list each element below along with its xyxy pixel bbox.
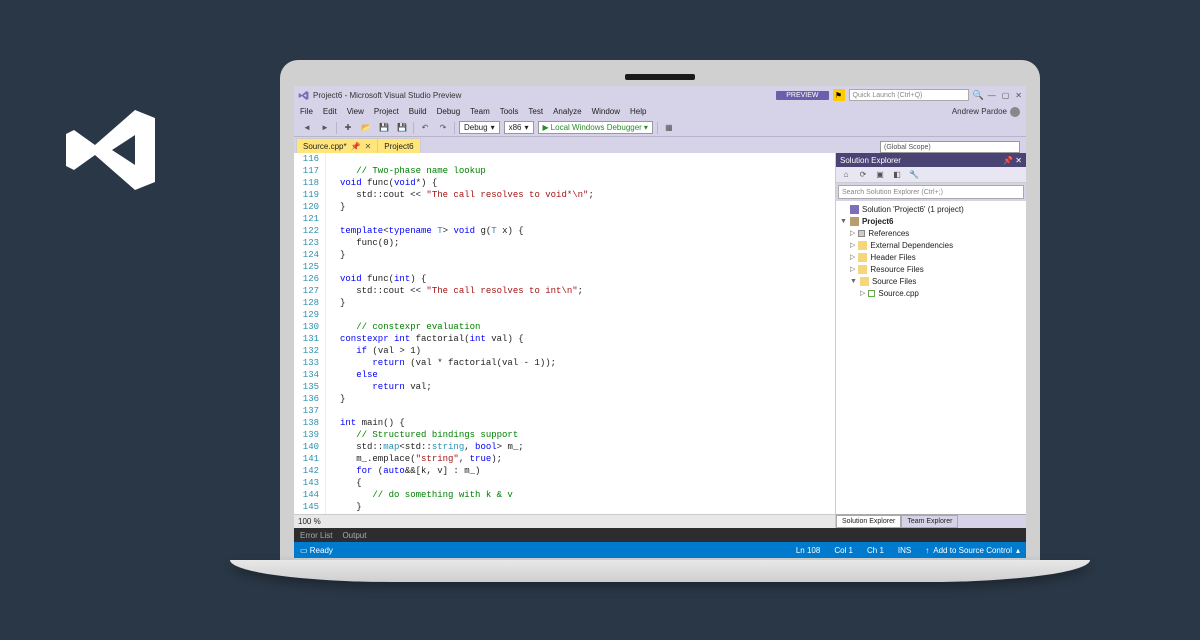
code-editor[interactable]: 1161171181191201211221231241251261271281… xyxy=(294,153,835,514)
tree-item[interactable]: ▼Project6 xyxy=(840,215,1022,227)
ide-window: Project6 - Microsoft Visual Studio Previ… xyxy=(294,86,1026,558)
solution-tree[interactable]: Solution 'Project6' (1 project)▼Project6… xyxy=(836,201,1026,514)
tree-item[interactable]: ▷Header Files xyxy=(840,251,1022,263)
line-number-gutter: 1161171181191201211221231241251261271281… xyxy=(294,153,326,514)
status-source-control[interactable]: ↑ Add to Source Control ▴ xyxy=(925,546,1020,555)
save-all-icon[interactable]: 💾 xyxy=(395,121,409,135)
side-panel-tabs: Solution Explorer Team Explorer xyxy=(836,514,1026,528)
preview-badge: PREVIEW xyxy=(776,91,828,100)
laptop-mockup: Project6 - Microsoft Visual Studio Previ… xyxy=(280,60,1040,640)
scope-dropdown[interactable]: (Global Scope) xyxy=(880,141,1020,153)
window-title: Project6 - Microsoft Visual Studio Previ… xyxy=(313,91,772,100)
panel-pin-icon[interactable]: 📌 xyxy=(1003,156,1013,165)
tree-item[interactable]: ▷References xyxy=(840,227,1022,239)
user-name[interactable]: Andrew Pardoe xyxy=(952,107,1007,116)
refresh-icon[interactable]: ⟳ xyxy=(856,168,870,182)
tree-item[interactable]: ▷External Dependencies xyxy=(840,239,1022,251)
menu-tools[interactable]: Tools xyxy=(500,107,519,116)
editor-pane: 1161171181191201211221231241251261271281… xyxy=(294,153,836,528)
open-icon[interactable]: 📂 xyxy=(359,121,373,135)
zoom-level[interactable]: 100 % xyxy=(298,517,321,526)
menu-edit[interactable]: Edit xyxy=(323,107,337,116)
tab-team-explorer[interactable]: Team Explorer xyxy=(901,515,958,528)
fold-margin[interactable] xyxy=(326,153,336,514)
tab-close-icon[interactable]: ✕ xyxy=(365,142,372,151)
config-dropdown[interactable]: Debug▾ xyxy=(459,121,500,134)
tree-item[interactable]: ▷Source.cpp xyxy=(840,287,1022,299)
nav-back-icon[interactable]: ◄ xyxy=(300,121,314,135)
nav-fwd-icon[interactable]: ► xyxy=(318,121,332,135)
tab-output[interactable]: Output xyxy=(342,531,366,540)
menu-bar: File Edit View Project Build Debug Team … xyxy=(294,104,1026,119)
maximize-button[interactable]: ▢ xyxy=(1002,91,1010,100)
menu-build[interactable]: Build xyxy=(409,107,427,116)
menu-view[interactable]: View xyxy=(347,107,364,116)
menu-project[interactable]: Project xyxy=(374,107,399,116)
show-all-icon[interactable]: ◧ xyxy=(890,168,904,182)
code-content[interactable]: // Two-phase name lookupvoid func(void*)… xyxy=(336,153,835,514)
platform-dropdown[interactable]: x86▾ xyxy=(504,121,534,134)
tree-item[interactable]: Solution 'Project6' (1 project) xyxy=(840,203,1022,215)
start-debugger-button[interactable]: ▶ Local Windows Debugger ▾ xyxy=(538,121,653,134)
menu-test[interactable]: Test xyxy=(528,107,543,116)
solution-explorer-toolbar: ⌂ ⟳ ▣ ◧ 🔧 xyxy=(836,167,1026,183)
tab-pin-icon[interactable]: 📌 xyxy=(351,142,361,151)
user-avatar-icon[interactable] xyxy=(1010,107,1020,117)
toolbar-misc-icon[interactable]: ▦ xyxy=(662,121,676,135)
document-tab-row: Source.cpp* 📌 ✕ Project6 (Global Scope) xyxy=(294,137,1026,153)
status-ins: INS xyxy=(898,546,911,555)
tree-item[interactable]: ▷Resource Files xyxy=(840,263,1022,275)
bottom-panel-tabs: Error List Output xyxy=(294,528,1026,542)
status-ready: ▭ Ready xyxy=(300,546,333,555)
vs-icon xyxy=(298,90,309,101)
search-icon[interactable]: 🔍 xyxy=(973,90,984,101)
menu-team[interactable]: Team xyxy=(470,107,490,116)
tab-project6[interactable]: Project6 xyxy=(377,138,420,153)
solution-explorer-panel: Solution Explorer 📌 ✕ ⌂ ⟳ ▣ ◧ 🔧 Search S… xyxy=(836,153,1026,528)
collapse-icon[interactable]: ▣ xyxy=(873,168,887,182)
menu-analyze[interactable]: Analyze xyxy=(553,107,581,116)
home-icon[interactable]: ⌂ xyxy=(839,168,853,182)
panel-close-icon[interactable]: ✕ xyxy=(1015,156,1022,165)
tab-source-cpp[interactable]: Source.cpp* 📌 ✕ xyxy=(296,138,378,153)
undo-icon[interactable]: ↶ xyxy=(418,121,432,135)
notification-flag-icon[interactable]: ⚑ xyxy=(833,89,845,101)
menu-debug[interactable]: Debug xyxy=(437,107,461,116)
solution-explorer-title: Solution Explorer 📌 ✕ xyxy=(836,153,1026,167)
editor-footer: 100 % xyxy=(294,514,835,528)
tree-item[interactable]: ▼Source Files xyxy=(840,275,1022,287)
save-icon[interactable]: 💾 xyxy=(377,121,391,135)
menu-file[interactable]: File xyxy=(300,107,313,116)
new-project-icon[interactable]: ✚ xyxy=(341,121,355,135)
status-line: Ln 108 xyxy=(796,546,820,555)
tab-error-list[interactable]: Error List xyxy=(300,531,332,540)
solution-explorer-search[interactable]: Search Solution Explorer (Ctrl+;) xyxy=(838,185,1024,199)
redo-icon[interactable]: ↷ xyxy=(436,121,450,135)
menu-help[interactable]: Help xyxy=(630,107,646,116)
tab-solution-explorer[interactable]: Solution Explorer xyxy=(836,515,901,528)
toolbar: ◄ ► ✚ 📂 💾 💾 ↶ ↷ Debug▾ x86▾ ▶ Local Wind… xyxy=(294,119,1026,137)
menu-window[interactable]: Window xyxy=(592,107,620,116)
status-bar: ▭ Ready Ln 108 Col 1 Ch 1 INS ↑ Add to S… xyxy=(294,542,1026,558)
properties-icon[interactable]: 🔧 xyxy=(907,168,921,182)
status-col: Col 1 xyxy=(834,546,853,555)
close-button[interactable]: ✕ xyxy=(1015,91,1022,100)
visual-studio-logo-icon xyxy=(60,100,160,200)
minimize-button[interactable]: — xyxy=(988,91,996,100)
status-ch: Ch 1 xyxy=(867,546,884,555)
title-bar: Project6 - Microsoft Visual Studio Previ… xyxy=(294,86,1026,104)
quick-launch-input[interactable]: Quick Launch (Ctrl+Q) xyxy=(849,89,969,101)
